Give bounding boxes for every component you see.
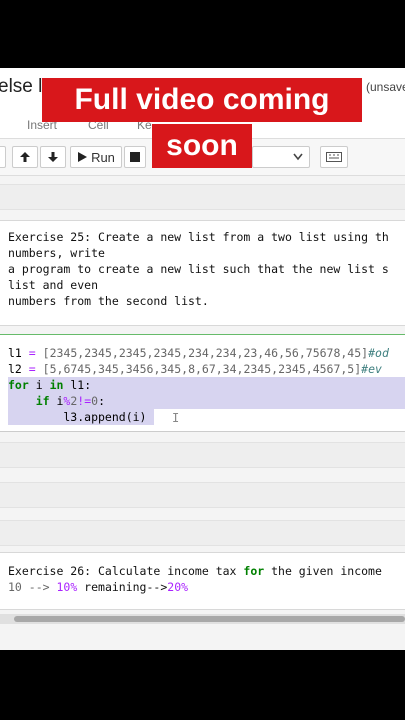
run-button[interactable]: Run: [70, 146, 122, 168]
markdown-cell-exercise-25[interactable]: Exercise 25: Create a new list from a tw…: [0, 220, 405, 326]
empty-cell[interactable]: [0, 442, 405, 468]
text-cursor-icon: I: [172, 411, 180, 425]
code-token: l1: [8, 346, 22, 360]
toolbar-edge-button[interactable]: [0, 146, 6, 168]
text-segment: Exercise 26: Calculate income tax: [8, 564, 244, 578]
exercise-26-line-2: 10 --> 10% remaining-->20%: [8, 579, 188, 595]
code-token: [2345,2345,2345,2345,234,234,23,46,56,75…: [42, 346, 369, 360]
cell-type-select[interactable]: [252, 146, 310, 168]
text-line: numbers from the second list.: [8, 294, 209, 308]
code-token: for: [8, 378, 29, 392]
move-up-button[interactable]: [12, 146, 38, 168]
command-palette-button[interactable]: [320, 146, 348, 168]
exercise-26-line-1: Exercise 26: Calculate income tax for th…: [8, 563, 382, 579]
empty-cell[interactable]: [0, 184, 405, 210]
save-status: (unsave: [366, 80, 405, 94]
scrollbar-thumb[interactable]: [14, 616, 405, 622]
code-token: i: [28, 378, 50, 392]
code-line-l2: l2 = [5,6745,345,3456,345,8,67,34,2345,2…: [8, 361, 382, 377]
text-segment: 20%: [167, 580, 189, 594]
code-token: if: [35, 394, 50, 408]
keyboard-icon: [326, 152, 342, 162]
move-down-button[interactable]: [40, 146, 66, 168]
empty-cell[interactable]: [0, 520, 405, 546]
code-line-for: for i in l1:: [8, 377, 91, 393]
text-segment: 10%: [56, 580, 78, 594]
text-line: numbers, write: [8, 246, 105, 260]
run-label: Run: [91, 149, 115, 165]
markdown-cell-exercise-26[interactable]: Exercise 26: Calculate income tax for th…: [0, 552, 405, 610]
text-line: list and even: [8, 278, 99, 292]
exercise-25-text: Exercise 25: Create a new list from a tw…: [8, 229, 389, 309]
text-segment: 10 -->: [8, 580, 57, 594]
chevron-down-icon: [293, 153, 303, 161]
text-segment: for: [243, 564, 265, 578]
overlay-banner-line-1: Full video coming: [42, 78, 362, 122]
code-comment: #ev: [361, 362, 382, 376]
arrow-down-icon: [48, 152, 58, 162]
code-token: :: [98, 394, 106, 408]
code-line-l1: l1 = [2345,2345,2345,2345,234,234,23,46,…: [8, 345, 389, 361]
code-line-append: l3.append(i): [8, 410, 147, 424]
overlay-banner-line-2: soon: [152, 124, 252, 168]
code-token: l2: [8, 362, 22, 376]
code-token: in: [49, 378, 64, 392]
code-cell[interactable]: l1 = [2345,2345,2345,2345,234,234,23,46,…: [0, 334, 405, 432]
code-token: i: [49, 394, 64, 408]
stop-button[interactable]: [124, 146, 146, 168]
code-token: =: [28, 362, 36, 376]
code-line-if: if i%2!=0:: [8, 393, 105, 409]
text-segment: remaining-->: [77, 580, 168, 594]
code-comment: #od: [368, 346, 389, 360]
play-icon: [78, 152, 88, 162]
empty-cell[interactable]: [0, 482, 405, 508]
code-token: [5,6745,345,3456,345,8,67,34,2345,2345,4…: [42, 362, 362, 376]
text-segment: the given income: [264, 564, 382, 578]
arrow-up-icon: [20, 152, 30, 162]
stop-icon: [130, 152, 140, 162]
text-line: Exercise 25: Create a new list from a tw…: [8, 230, 389, 244]
code-token: =: [28, 346, 36, 360]
code-token: !=: [77, 394, 92, 408]
code-token: l1:: [63, 378, 92, 392]
text-line: a program to create a new list such that…: [8, 262, 389, 276]
